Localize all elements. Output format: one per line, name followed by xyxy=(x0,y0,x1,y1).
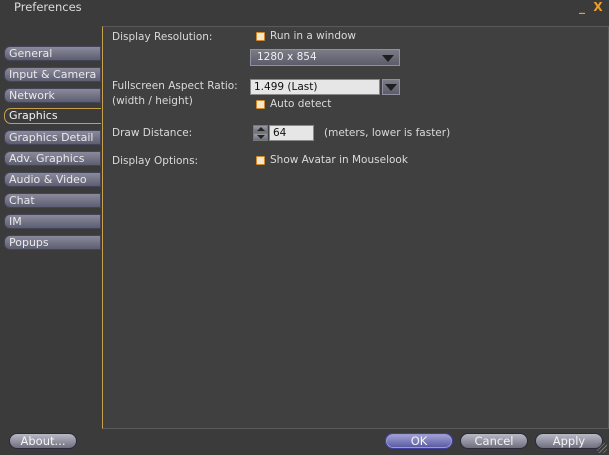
tab-adv-graphics[interactable]: Adv. Graphics xyxy=(4,151,101,166)
draw-distance-value: 64 xyxy=(273,127,287,139)
tab-input-camera[interactable]: Input & Camera xyxy=(4,67,101,82)
aspect-ratio-combo-input[interactable]: 1.499 (Last) xyxy=(250,79,380,95)
window-controls: _ X xyxy=(576,0,604,14)
aspect-ratio-label: Fullscreen Aspect Ratio: xyxy=(112,80,238,92)
tab-chat[interactable]: Chat xyxy=(4,193,101,208)
run-in-window-label[interactable]: Run in a window xyxy=(270,30,356,42)
draw-distance-spinner[interactable] xyxy=(253,125,268,141)
minimize-icon[interactable]: _ xyxy=(576,0,588,14)
display-resolution-label: Display Resolution: xyxy=(112,31,213,43)
tab-popups[interactable]: Popups xyxy=(4,235,101,250)
graphics-panel: Display Resolution: Run in a window 1280… xyxy=(102,26,609,429)
auto-detect-label[interactable]: Auto detect xyxy=(270,98,331,110)
chevron-down-icon xyxy=(382,55,394,62)
spin-up-icon[interactable] xyxy=(253,125,268,133)
display-options-label: Display Options: xyxy=(112,155,199,167)
tab-im[interactable]: IM xyxy=(4,214,101,229)
aspect-ratio-value: 1.499 (Last) xyxy=(254,81,318,93)
draw-distance-hint: (meters, lower is faster) xyxy=(324,127,451,139)
tab-graphics-detail[interactable]: Graphics Detail xyxy=(4,130,101,145)
spin-down-icon[interactable] xyxy=(253,133,268,141)
resize-handle[interactable] xyxy=(597,443,607,453)
run-in-window-checkbox[interactable] xyxy=(256,32,265,41)
ok-button[interactable]: OK xyxy=(385,433,453,449)
show-avatar-label[interactable]: Show Avatar in Mouselook xyxy=(270,154,408,166)
apply-button[interactable]: Apply xyxy=(535,433,603,449)
tab-general[interactable]: General xyxy=(4,46,101,61)
window-title: Preferences xyxy=(14,0,82,14)
auto-detect-checkbox[interactable] xyxy=(256,100,265,109)
aspect-ratio-dropdown-button[interactable] xyxy=(382,79,400,95)
title-bar[interactable]: Preferences _ X xyxy=(0,0,609,16)
aspect-ratio-sublabel: (width / height) xyxy=(112,95,193,107)
preferences-sidebar: General Input & Camera Network Graphics … xyxy=(4,46,102,256)
resolution-value: 1280 x 854 xyxy=(257,51,317,63)
tab-network[interactable]: Network xyxy=(4,88,101,103)
cancel-button[interactable]: Cancel xyxy=(460,433,528,449)
tab-audio-video[interactable]: Audio & Video xyxy=(4,172,101,187)
tab-graphics[interactable]: Graphics xyxy=(4,108,101,124)
chevron-down-icon xyxy=(385,84,397,91)
resolution-dropdown[interactable]: 1280 x 854 xyxy=(250,49,400,66)
show-avatar-checkbox[interactable] xyxy=(256,156,265,165)
close-icon[interactable]: X xyxy=(592,0,604,14)
about-button[interactable]: About... xyxy=(9,433,77,449)
draw-distance-input[interactable]: 64 xyxy=(269,125,314,141)
draw-distance-label: Draw Distance: xyxy=(112,127,193,139)
